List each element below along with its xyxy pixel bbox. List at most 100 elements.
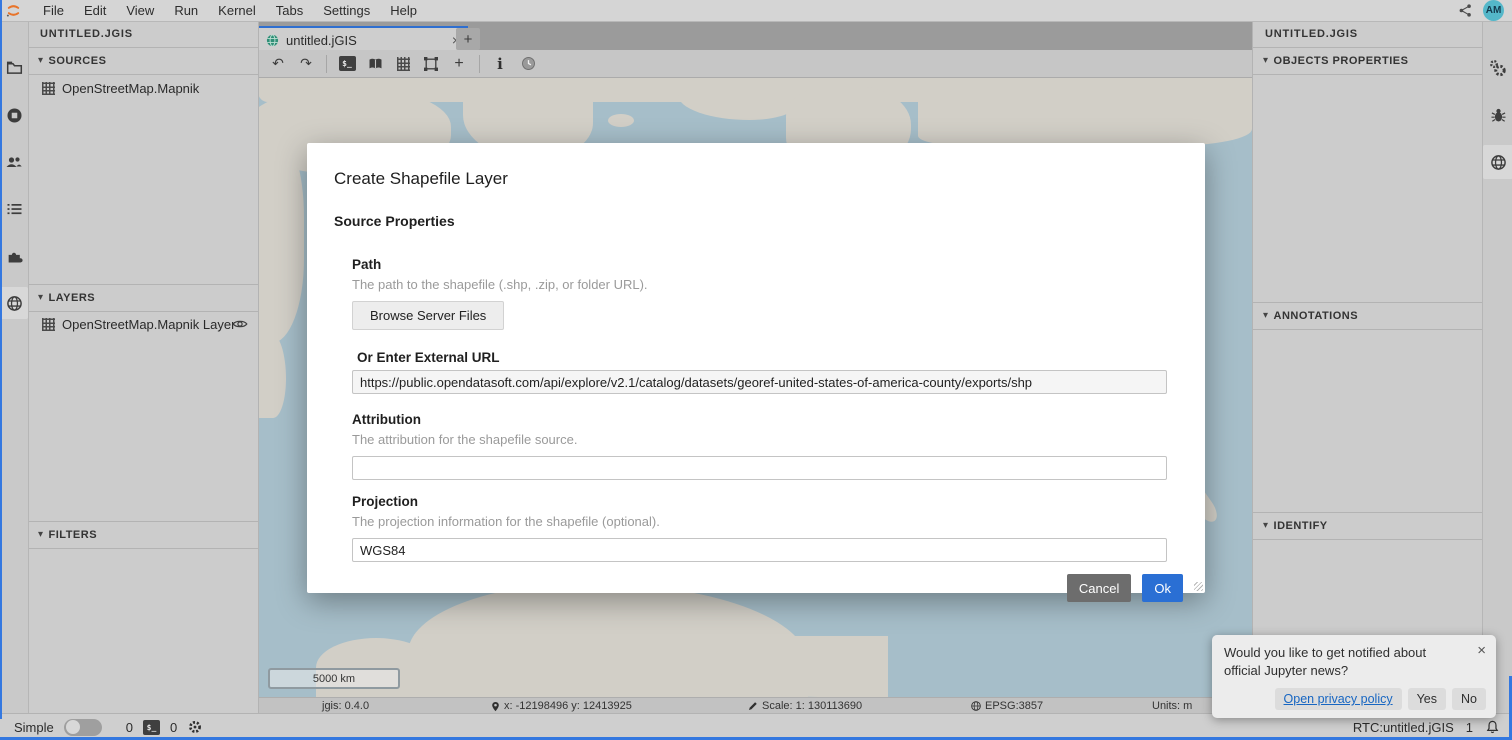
window-focus-border-left	[0, 0, 2, 719]
map-land	[258, 133, 304, 343]
dialog-subtitle: Source Properties	[334, 213, 1185, 229]
share-icon[interactable]	[1458, 3, 1473, 18]
temporal-controller-button[interactable]	[516, 52, 540, 76]
terminals-count: 0	[126, 720, 133, 735]
section-annotations-label: ANNOTATIONS	[1274, 303, 1359, 329]
source-item-openstreetmap[interactable]: OpenStreetMap.Mapnik	[28, 76, 258, 100]
projection-label: Projection	[352, 494, 1185, 509]
menu-kernel[interactable]: Kernel	[208, 0, 266, 21]
map-land	[258, 333, 286, 418]
caret-down-icon: ▾	[38, 285, 44, 311]
file-browser-icon[interactable]	[2, 53, 26, 81]
source-item-label: OpenStreetMap.Mapnik	[62, 81, 199, 96]
new-vector-layer-button[interactable]	[419, 52, 443, 76]
section-sources[interactable]: ▾ SOURCES	[28, 47, 258, 75]
section-identify[interactable]: ▾ IDENTIFY	[1253, 512, 1483, 540]
debugger-icon[interactable]	[1486, 101, 1510, 129]
right-activity-bar	[1482, 21, 1512, 713]
new-basemap-button[interactable]	[363, 52, 387, 76]
menu-settings[interactable]: Settings	[313, 0, 380, 21]
map-scale-bar: 5000 km	[268, 668, 400, 689]
layer-visibility-eye-icon[interactable]	[232, 316, 248, 332]
left-activity-bar	[0, 21, 29, 713]
menu-tabs[interactable]: Tabs	[266, 0, 313, 21]
path-label: Path	[352, 257, 1185, 272]
tab-untitled-jgis[interactable]: untitled.jGIS ×	[258, 26, 468, 52]
menu-help[interactable]: Help	[380, 0, 427, 21]
external-url-input[interactable]	[352, 370, 1167, 394]
layer-item-label: OpenStreetMap.Mapnik Layer	[62, 317, 235, 332]
section-filters-label: FILTERS	[49, 522, 98, 548]
new-tab-button[interactable]: +	[456, 28, 480, 50]
property-inspector-icon[interactable]	[1486, 54, 1510, 82]
raster-layer-icon	[42, 318, 55, 331]
caret-down-icon: ▾	[38, 48, 44, 74]
notification-actions: Open privacy policy Yes No	[1224, 688, 1486, 710]
menu-run[interactable]: Run	[164, 0, 208, 21]
extension-manager-icon[interactable]	[2, 242, 26, 270]
section-filters[interactable]: ▾ FILTERS	[28, 521, 258, 549]
tab-label: untitled.jGIS	[286, 33, 357, 48]
dialog-title: Create Shapefile Layer	[334, 169, 1185, 189]
section-sources-label: SOURCES	[49, 48, 107, 74]
attribution-description: The attribution for the shapefile source…	[352, 432, 1185, 447]
path-description: The path to the shapefile (.shp, .zip, o…	[352, 277, 1185, 292]
redo-button[interactable]: ↷	[294, 52, 318, 76]
kernels-icon[interactable]	[187, 719, 203, 735]
map-land	[918, 78, 1252, 146]
user-avatar[interactable]: AM	[1483, 0, 1504, 21]
terminals-icon[interactable]: $_	[143, 720, 160, 735]
table-of-contents-icon[interactable]	[2, 195, 26, 223]
cancel-button[interactable]: Cancel	[1067, 574, 1131, 602]
no-button[interactable]: No	[1452, 688, 1486, 710]
menubar: File Edit View Run Kernel Tabs Settings …	[0, 0, 1512, 22]
open-privacy-policy-button[interactable]: Open privacy policy	[1275, 688, 1402, 710]
collaborators-icon[interactable]	[2, 148, 26, 176]
raster-source-icon	[42, 82, 55, 95]
external-url-label: Or Enter External URL	[357, 350, 1185, 365]
external-url-field-group: Or Enter External URL	[352, 350, 1185, 394]
layer-item-openstreetmap[interactable]: OpenStreetMap.Mapnik Layer	[28, 312, 258, 336]
location-pin-icon	[490, 700, 501, 713]
rtc-session-label: RTC:untitled.jGIS	[1353, 720, 1454, 735]
add-layer-button[interactable]: +	[447, 52, 471, 76]
bell-icon[interactable]	[1485, 719, 1500, 735]
attribution-field-group: Attribution The attribution for the shap…	[352, 412, 1185, 480]
projection-input[interactable]	[352, 538, 1167, 562]
map-scale-value: Scale: 1: 130113690	[747, 698, 862, 714]
left-sidebar: UNTITLED.JGIS ▾ SOURCES OpenStreetMap.Ma…	[28, 21, 259, 713]
info-glyph: i	[497, 55, 503, 73]
toolbar-separator	[479, 55, 480, 73]
new-raster-layer-button[interactable]	[391, 52, 415, 76]
tab-bar: untitled.jGIS × +	[258, 21, 1252, 50]
menu-view[interactable]: View	[116, 0, 164, 21]
right-sidebar: UNTITLED.JGIS ▾ OBJECTS PROPERTIES ▾ ANN…	[1252, 21, 1483, 713]
notifications-count: 1	[1466, 720, 1473, 735]
create-shapefile-layer-dialog: Create Shapefile Layer Source Properties…	[307, 143, 1205, 593]
notification-close-icon[interactable]: ×	[1477, 642, 1486, 659]
dialog-resize-handle[interactable]	[1194, 582, 1203, 591]
toolbar-separator	[326, 55, 327, 73]
menu-file[interactable]: File	[33, 0, 74, 21]
pointer-coordinates: x: -12198496 y: 12413925	[490, 698, 632, 714]
attribution-input[interactable]	[352, 456, 1167, 480]
undo-button[interactable]: ↶	[266, 52, 290, 76]
simple-mode-toggle[interactable]	[64, 719, 102, 736]
jgis-right-panel-icon[interactable]	[1483, 145, 1512, 179]
toggle-knob	[66, 720, 80, 734]
identify-button[interactable]: i	[488, 52, 512, 76]
jgis-panel-icon[interactable]	[0, 287, 28, 319]
browse-server-files-button[interactable]: Browse Server Files	[352, 301, 504, 330]
running-kernels-icon[interactable]	[2, 101, 26, 129]
section-layers[interactable]: ▾ LAYERS	[28, 284, 258, 312]
menu-edit[interactable]: Edit	[74, 0, 116, 21]
section-identify-label: IDENTIFY	[1274, 513, 1328, 539]
console-button[interactable]: $_	[335, 52, 359, 76]
jupyter-news-notification: Would you like to get notified about off…	[1212, 635, 1496, 718]
dialog-buttons: Cancel Ok	[327, 574, 1183, 602]
section-objects-properties[interactable]: ▾ OBJECTS PROPERTIES	[1253, 47, 1483, 75]
section-annotations[interactable]: ▾ ANNOTATIONS	[1253, 302, 1483, 330]
yes-button[interactable]: Yes	[1408, 688, 1446, 710]
map-projection-epsg: EPSG:3857	[970, 698, 1043, 714]
ok-button[interactable]: Ok	[1142, 574, 1183, 602]
